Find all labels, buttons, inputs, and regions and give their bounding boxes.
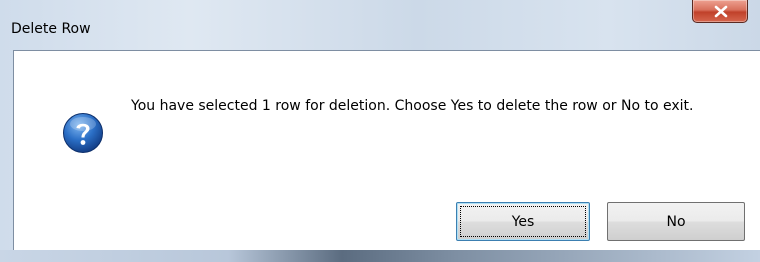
- window-bottom-edge: [0, 250, 760, 262]
- dialog-window: Delete Row You have selected 1 row for d…: [0, 0, 760, 262]
- question-icon: [63, 113, 103, 153]
- dialog-message: You have selected 1 row for deletion. Ch…: [131, 98, 694, 114]
- dialog-body: You have selected 1 row for deletion. Ch…: [13, 50, 760, 250]
- close-button[interactable]: [692, 0, 748, 23]
- no-button-label: No: [666, 213, 686, 230]
- no-button[interactable]: No: [607, 202, 745, 241]
- close-icon: [714, 5, 728, 18]
- window-title: Delete Row: [11, 21, 91, 37]
- yes-button-label: Yes: [511, 213, 535, 230]
- yes-button[interactable]: Yes: [456, 202, 590, 241]
- title-bar[interactable]: Delete Row: [0, 0, 760, 50]
